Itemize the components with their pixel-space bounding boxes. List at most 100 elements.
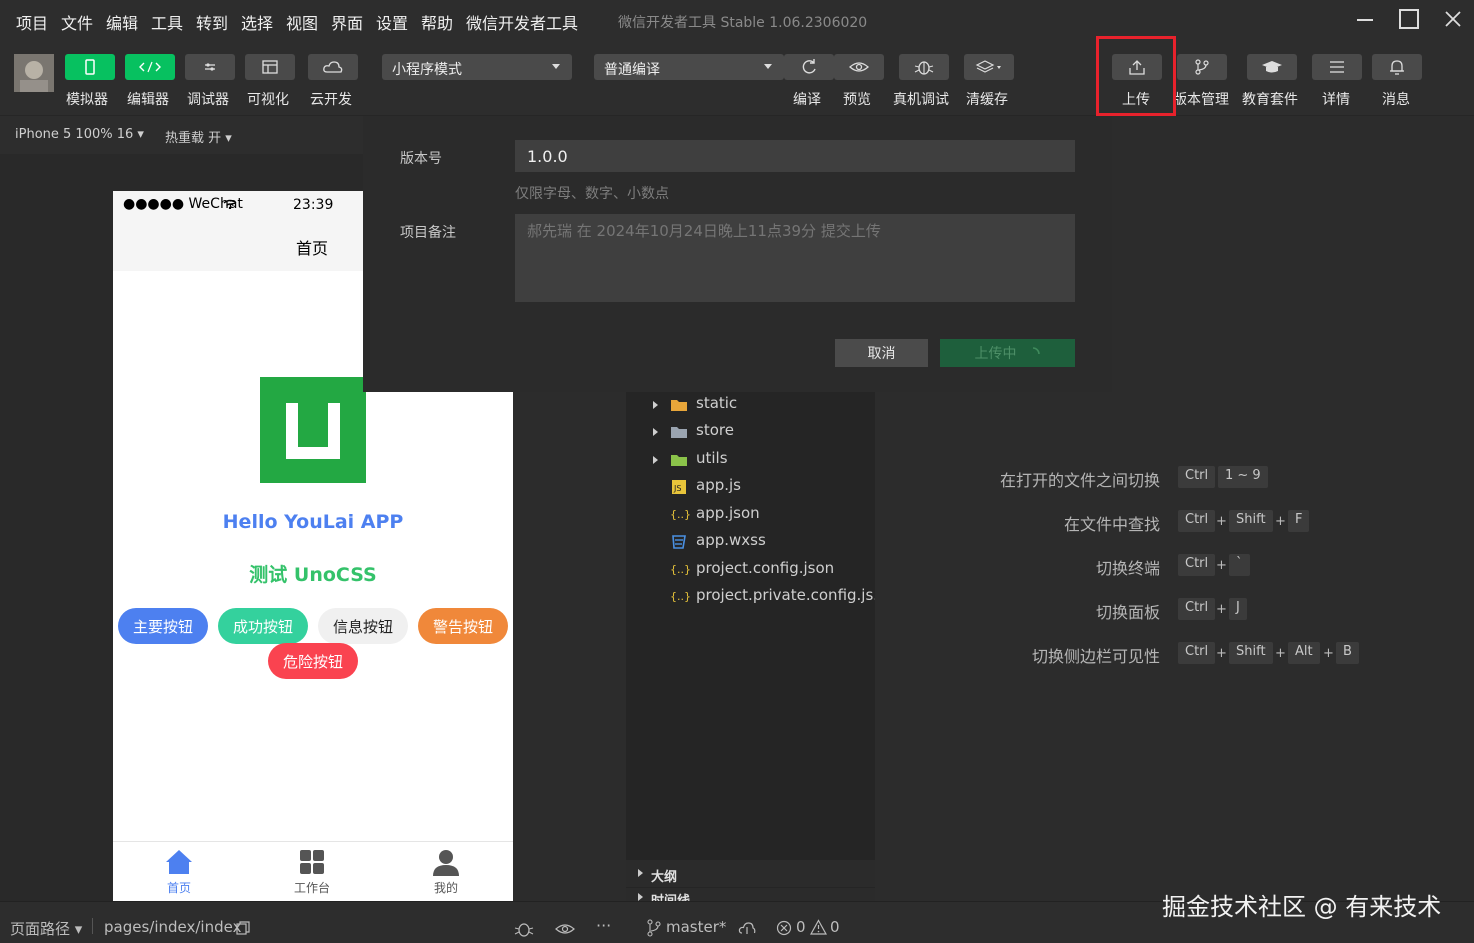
simulator-toggle-button[interactable] xyxy=(65,54,115,80)
eye-icon xyxy=(849,62,869,72)
phone-tab-bar: 首页 工作台 我的 xyxy=(113,841,513,901)
compile-label: 编译 xyxy=(793,92,821,108)
tree-item-project-config-json[interactable]: {..} project.config.json xyxy=(626,557,875,584)
shortcut-key: Ctrl xyxy=(1178,598,1216,620)
menu-item-file[interactable]: 文件 xyxy=(61,10,93,34)
uploading-label: 上传中 xyxy=(974,345,1017,361)
outline-section[interactable]: 大纲 xyxy=(626,860,875,887)
close-window-button[interactable] xyxy=(1438,6,1468,34)
avatar[interactable] xyxy=(14,54,54,92)
git-branch[interactable]: master* xyxy=(666,918,726,936)
menu-item-settings[interactable]: 设置 xyxy=(376,10,408,34)
info-button[interactable]: 信息按钮 xyxy=(318,608,408,644)
page-path-dropdown[interactable]: 页面路径 ▾ xyxy=(10,918,82,939)
grid-icon xyxy=(300,850,324,874)
success-button[interactable]: 成功按钮 xyxy=(218,608,308,644)
education-button[interactable] xyxy=(1247,54,1297,80)
primary-button[interactable]: 主要按钮 xyxy=(118,608,208,644)
bug-icon[interactable] xyxy=(513,920,535,938)
tab-mine[interactable]: 我的 xyxy=(406,848,486,896)
git-branch-icon xyxy=(1195,59,1209,75)
hello-text: Hello YouLai APP xyxy=(222,511,404,533)
minimize-button[interactable] xyxy=(1350,6,1380,34)
details-label: 详情 xyxy=(1322,92,1350,108)
shortcut-key: 1 ~ 9 xyxy=(1218,466,1268,488)
bug-icon xyxy=(914,61,934,75)
editor-toggle-button[interactable] xyxy=(125,54,175,80)
tab-workbench[interactable]: 工作台 xyxy=(272,848,352,896)
menu-item-goto[interactable]: 转到 xyxy=(196,10,228,34)
user-icon xyxy=(433,850,459,876)
error-count: 0 xyxy=(796,918,806,936)
cancel-button[interactable]: 取消 xyxy=(835,339,928,367)
clear-cache-button[interactable] xyxy=(964,54,1014,80)
tree-item-store[interactable]: store xyxy=(626,419,875,446)
toolbar: 模拟器 编辑器 调试器 可视化 云开发 小程序模式 普通编译 编译 预览 真机调… xyxy=(0,40,1474,116)
menu-item-edit[interactable]: 编辑 xyxy=(106,10,138,34)
tree-item-app-wxss[interactable]: app.wxss xyxy=(626,529,875,556)
mode-select-value: 小程序模式 xyxy=(392,62,462,78)
copy-icon[interactable] xyxy=(236,921,250,935)
editor-label: 编辑器 xyxy=(127,92,169,108)
version-input[interactable] xyxy=(515,140,1075,172)
note-textarea[interactable] xyxy=(515,214,1075,302)
tab-home[interactable]: 首页 xyxy=(139,848,219,896)
menu-item-select[interactable]: 选择 xyxy=(241,10,273,34)
compile-button[interactable] xyxy=(784,54,834,80)
eye-icon[interactable] xyxy=(554,922,576,936)
menu-item-wechat-devtools[interactable]: 微信开发者工具 xyxy=(466,10,578,34)
details-button[interactable] xyxy=(1312,54,1362,80)
remote-debug-button[interactable] xyxy=(899,54,949,80)
chevron-right-icon xyxy=(638,893,643,901)
tree-item-app-js[interactable]: JS app.js xyxy=(626,474,875,501)
svg-text:JS: JS xyxy=(673,484,681,493)
mode-select[interactable]: 小程序模式 xyxy=(382,54,572,80)
layout-icon xyxy=(262,60,278,74)
uploading-button[interactable]: 上传中 xyxy=(940,339,1075,367)
cloud-sync-icon[interactable] xyxy=(738,921,756,935)
shortcut-label: 在文件中查找 xyxy=(1063,515,1160,534)
maximize-button[interactable] xyxy=(1394,6,1424,34)
graduation-cap-icon xyxy=(1262,61,1282,73)
chevron-down-icon xyxy=(764,64,772,69)
tab-home-label: 首页 xyxy=(166,881,191,895)
home-icon xyxy=(166,850,192,874)
danger-button[interactable]: 危险按钮 xyxy=(268,643,358,679)
shortcut-key: Alt xyxy=(1288,642,1320,664)
menu-item-tools[interactable]: 工具 xyxy=(151,10,183,34)
tree-item-project-private-config[interactable]: {..} project.private.config.js... xyxy=(626,584,888,611)
unocss-text: 测试 UnoCSS xyxy=(249,564,377,586)
tree-item-utils[interactable]: utils xyxy=(626,447,875,474)
close-icon xyxy=(1445,11,1461,27)
upload-dialog: 版本号 仅限字母、数字、小数点 项目备注 取消 上传中 xyxy=(363,116,1112,392)
shortcut-key: ` xyxy=(1229,554,1250,576)
messages-button[interactable] xyxy=(1372,54,1422,80)
layers-icon xyxy=(975,60,1001,73)
hot-reload-toggle[interactable]: 热重载 开 ▾ xyxy=(165,127,232,146)
debugger-toggle-button[interactable] xyxy=(185,54,235,80)
shortcut-label: 在打开的文件之间切换 xyxy=(999,471,1160,490)
compile-select[interactable]: 普通编译 xyxy=(594,54,784,80)
more-icon[interactable]: ··· xyxy=(596,916,611,935)
timeline-section[interactable]: 时间线 xyxy=(626,888,875,901)
menu-item-help[interactable]: 帮助 xyxy=(421,10,453,34)
preview-button[interactable] xyxy=(834,54,884,80)
debugger-label: 调试器 xyxy=(187,92,229,108)
cloud-dev-button[interactable] xyxy=(308,54,358,80)
menu-item-project[interactable]: 项目 xyxy=(16,10,48,34)
device-select[interactable]: iPhone 5 100% 16 ▾ xyxy=(15,127,144,142)
tree-item-label: project.config.json xyxy=(696,559,835,577)
json-file-icon: {..} xyxy=(670,590,691,603)
warning-button[interactable]: 警告按钮 xyxy=(418,608,508,644)
version-manage-button[interactable] xyxy=(1177,54,1227,80)
error-icon[interactable] xyxy=(776,920,792,936)
tree-item-app-json[interactable]: {..} app.json xyxy=(626,502,875,529)
warning-icon[interactable] xyxy=(810,919,827,935)
shortcut-label: 切换面板 xyxy=(1095,603,1160,622)
menu-item-view[interactable]: 视图 xyxy=(286,10,318,34)
phone-nav-header: ●●●●● WeChat 23:39 首页 xyxy=(113,191,363,271)
menu-item-interface[interactable]: 界面 xyxy=(331,10,363,34)
tree-item-static[interactable]: static xyxy=(626,392,875,419)
folder-icon xyxy=(671,427,687,438)
visual-toggle-button[interactable] xyxy=(245,54,295,80)
